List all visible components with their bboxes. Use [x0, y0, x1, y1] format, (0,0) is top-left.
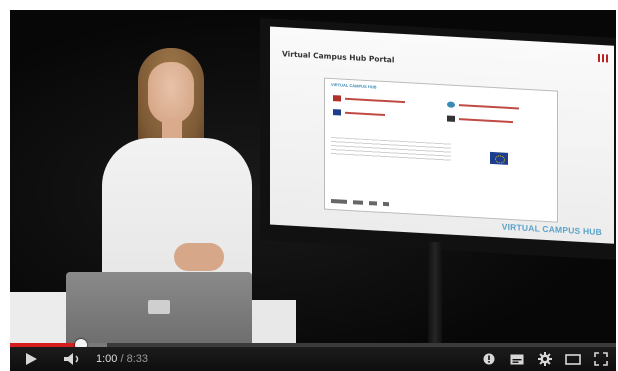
presentation-screen: Virtual Campus Hub Portal VIRTUAL CAMPUS…	[260, 18, 616, 261]
portal-link	[333, 95, 405, 105]
slide-title: Virtual Campus Hub Portal	[282, 49, 395, 65]
portal-link	[447, 101, 519, 111]
portal-footer-logos	[331, 198, 389, 207]
captions-icon	[510, 354, 524, 364]
slide-brand: VIRTUAL CAMPUS HUB	[501, 221, 602, 238]
play-icon	[26, 353, 37, 365]
portal-link-icon	[333, 109, 341, 116]
portal-link	[447, 115, 513, 125]
fullscreen-button[interactable]	[590, 347, 612, 371]
theater-mode-button[interactable]	[562, 347, 584, 371]
captions-button[interactable]	[506, 347, 528, 371]
laptop	[66, 272, 252, 343]
fullscreen-icon	[594, 352, 608, 366]
control-bar: 1:00 / 8:33	[10, 347, 616, 371]
portal-link-icon	[447, 101, 455, 108]
settings-button[interactable]	[534, 347, 556, 371]
presenter-hands	[174, 243, 224, 271]
portal-logo: VIRTUAL CAMPUS HUB	[331, 81, 377, 90]
presenter-face	[148, 62, 194, 124]
portal-screenshot: VIRTUAL CAMPUS HUB	[324, 77, 558, 223]
annotations-icon	[483, 353, 495, 365]
eu-flag-icon	[490, 151, 508, 165]
volume-icon	[64, 353, 79, 365]
slide-corner-logo	[598, 53, 608, 63]
screen-stand	[428, 242, 442, 343]
portal-link-icon	[447, 115, 455, 122]
theater-mode-icon	[565, 353, 581, 365]
portal-link	[333, 109, 385, 118]
portal-link-icon	[333, 95, 341, 102]
time-separator: /	[120, 353, 124, 365]
gear-icon	[538, 352, 552, 366]
portal-text	[331, 136, 451, 162]
volume-button[interactable]	[60, 347, 86, 371]
current-time: 1:00	[96, 353, 118, 365]
annotations-button[interactable]	[478, 347, 500, 371]
video-player[interactable]: Virtual Campus Hub Portal VIRTUAL CAMPUS…	[10, 10, 616, 371]
play-button[interactable]	[16, 347, 46, 371]
slide: Virtual Campus Hub Portal VIRTUAL CAMPUS…	[270, 26, 614, 244]
video-frame[interactable]: Virtual Campus Hub Portal VIRTUAL CAMPUS…	[10, 10, 616, 343]
duration: 8:33	[126, 353, 149, 365]
time-display: 1:00 / 8:33	[96, 353, 148, 365]
laptop-logo-icon	[148, 300, 170, 314]
